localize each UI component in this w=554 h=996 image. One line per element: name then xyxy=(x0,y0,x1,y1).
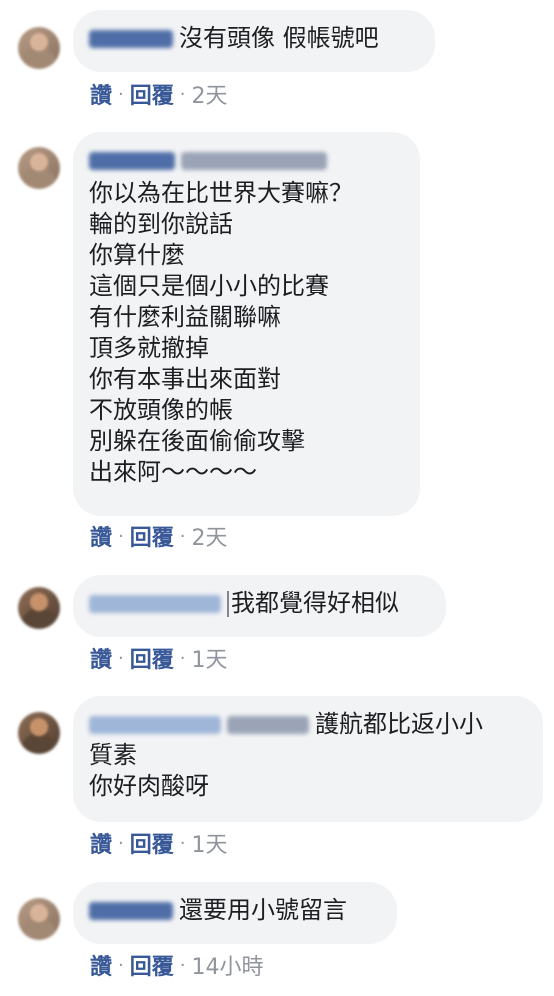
comment-text-line: 質素 xyxy=(89,741,137,769)
separator: · xyxy=(179,647,186,669)
like-button[interactable]: 讚 xyxy=(90,827,112,859)
comment-text-line: 沒有頭像 假帳號吧 xyxy=(179,24,379,52)
like-button[interactable]: 讚 xyxy=(90,642,112,674)
reply-button[interactable]: 回覆 xyxy=(130,78,174,110)
reply-button[interactable]: 回覆 xyxy=(130,642,174,674)
comment-text-line: 我都覺得好相似 xyxy=(231,589,399,617)
separator: · xyxy=(118,954,124,976)
comment-actions: 讚 · 回覆 · 1天 xyxy=(90,642,228,674)
comment-actions: 讚 · 回覆 · 14小時 xyxy=(90,949,264,981)
comment-bubble: 沒有頭像 假帳號吧 xyxy=(73,10,435,72)
comment-actions: 讚 · 回覆 · 1天 xyxy=(90,827,228,859)
comment-text-line: 不放頭像的帳 xyxy=(89,396,233,424)
comment-bubble: 你以為在比世界大賽嘛？ 輪的到你說話 你算什麼 這個只是個小小的比賽 有什麼利益… xyxy=(73,132,420,516)
comment-text-line: 輪的到你說話 xyxy=(89,210,233,238)
reply-button[interactable]: 回覆 xyxy=(130,520,174,552)
comment-bubble: 我都覺得好相似 xyxy=(73,575,446,637)
reply-button[interactable]: 回覆 xyxy=(130,949,174,981)
comment-text-line: 護航都比返小小 xyxy=(315,710,483,738)
commenter-avatar[interactable] xyxy=(18,587,60,629)
comment-text-line: 這個只是個小小的比賽 xyxy=(89,272,329,300)
comment-text-line: 別躲在後面偷偷攻擊 xyxy=(89,427,305,455)
commenter-name[interactable] xyxy=(89,152,175,170)
commenter-name[interactable] xyxy=(89,30,173,48)
separator: · xyxy=(179,525,186,547)
commenter-name[interactable] xyxy=(89,595,221,613)
separator: · xyxy=(118,525,124,547)
reply-button[interactable]: 回覆 xyxy=(130,827,174,859)
comment-text-line: 你有本事出來面對 xyxy=(89,365,281,393)
separator: · xyxy=(179,83,186,105)
comment-actions: 讚 · 回覆 · 2天 xyxy=(90,520,228,552)
comment-timestamp[interactable]: 2天 xyxy=(192,78,228,110)
like-button[interactable]: 讚 xyxy=(90,78,112,110)
commenter-avatar[interactable] xyxy=(18,27,60,69)
commenter-avatar[interactable] xyxy=(18,712,60,754)
like-button[interactable]: 讚 xyxy=(90,520,112,552)
text-cursor xyxy=(227,591,229,617)
like-button[interactable]: 讚 xyxy=(90,949,112,981)
comment-bubble: 還要用小號留言 xyxy=(73,882,397,944)
comment-timestamp[interactable]: 14小時 xyxy=(192,949,264,981)
commenter-name[interactable] xyxy=(89,716,221,734)
comment-text-line: 你以為在比世界大賽嘛？ xyxy=(89,179,353,207)
separator: · xyxy=(179,954,186,976)
commenter-name[interactable] xyxy=(89,902,173,920)
comment-text-line: 有什麼利益關聯嘛 xyxy=(89,303,281,331)
commenter-name-secondary xyxy=(227,716,309,734)
comment-text-line: 出來阿～～～～ xyxy=(89,458,257,486)
separator: · xyxy=(118,83,124,105)
comment-text-line: 頂多就撤掉 xyxy=(89,334,209,362)
commenter-avatar[interactable] xyxy=(18,147,60,189)
separator: · xyxy=(118,647,124,669)
comment-actions: 讚 · 回覆 · 2天 xyxy=(90,78,228,110)
separator: · xyxy=(179,832,186,854)
comment-text-line: 還要用小號留言 xyxy=(179,896,347,924)
commenter-avatar[interactable] xyxy=(18,898,60,940)
commenter-name-secondary xyxy=(181,152,327,170)
comment-text-line: 你算什麼 xyxy=(89,241,185,269)
comment-timestamp[interactable]: 1天 xyxy=(192,827,228,859)
comment-timestamp[interactable]: 1天 xyxy=(192,642,228,674)
comment-text-line: 你好肉酸呀 xyxy=(89,772,209,800)
comment-bubble: 護航都比返小小 質素 你好肉酸呀 xyxy=(73,696,543,822)
separator: · xyxy=(118,832,124,854)
comment-timestamp[interactable]: 2天 xyxy=(192,520,228,552)
